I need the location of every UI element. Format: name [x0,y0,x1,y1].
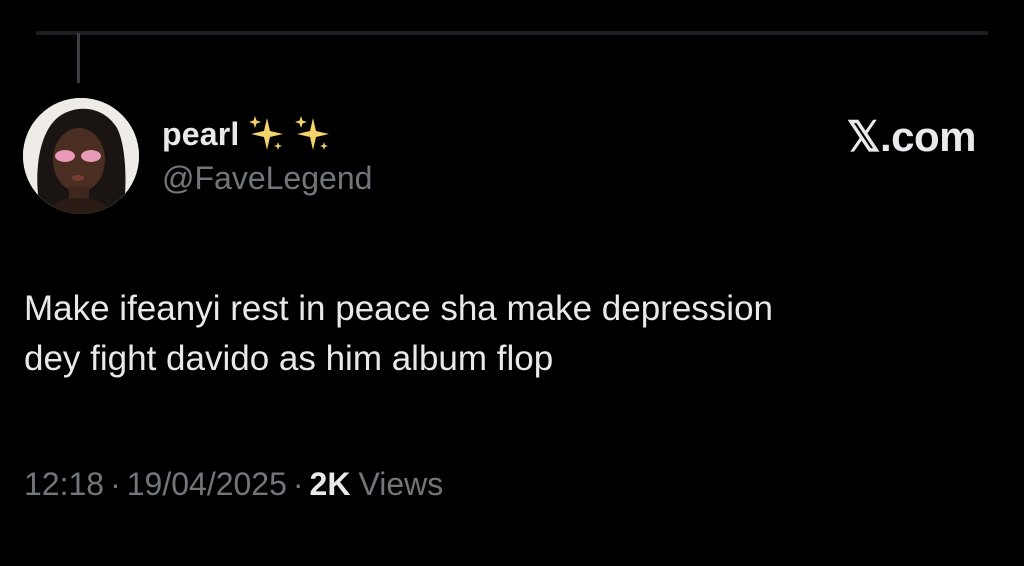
avatar[interactable] [23,98,139,214]
name-emoji-group [247,114,339,154]
meta-separator: · [292,466,304,502]
sparkles-icon [247,114,293,154]
tweet-text: Make ifeanyi rest in peace sha make depr… [24,284,994,384]
author-name-row[interactable]: pearl [162,112,339,156]
views-label: Views [358,466,444,502]
tweet-time[interactable]: 12:18 [24,466,104,503]
tweet-screenshot: pearl @FaveLegend 𝕏.com Make ifeanyi res… [0,0,1024,566]
display-name[interactable]: pearl [162,116,239,153]
thread-connector-line [77,33,80,83]
top-divider [36,31,988,35]
tweet-text-line: dey fight davido as him album flop [24,339,554,378]
tweet-meta: 12:18 · 19/04/2025 · 2K Views [24,466,443,503]
sparkles-icon [293,114,339,154]
author-handle[interactable]: @FaveLegend [162,160,372,197]
meta-separator: · [110,466,121,502]
tweet-date[interactable]: 19/04/2025 [127,466,287,503]
tweet-text-line: Make ifeanyi rest in peace sha make depr… [24,289,774,328]
views-count[interactable]: 2K [310,466,351,503]
x-brand-watermark: 𝕏.com [846,113,977,160]
